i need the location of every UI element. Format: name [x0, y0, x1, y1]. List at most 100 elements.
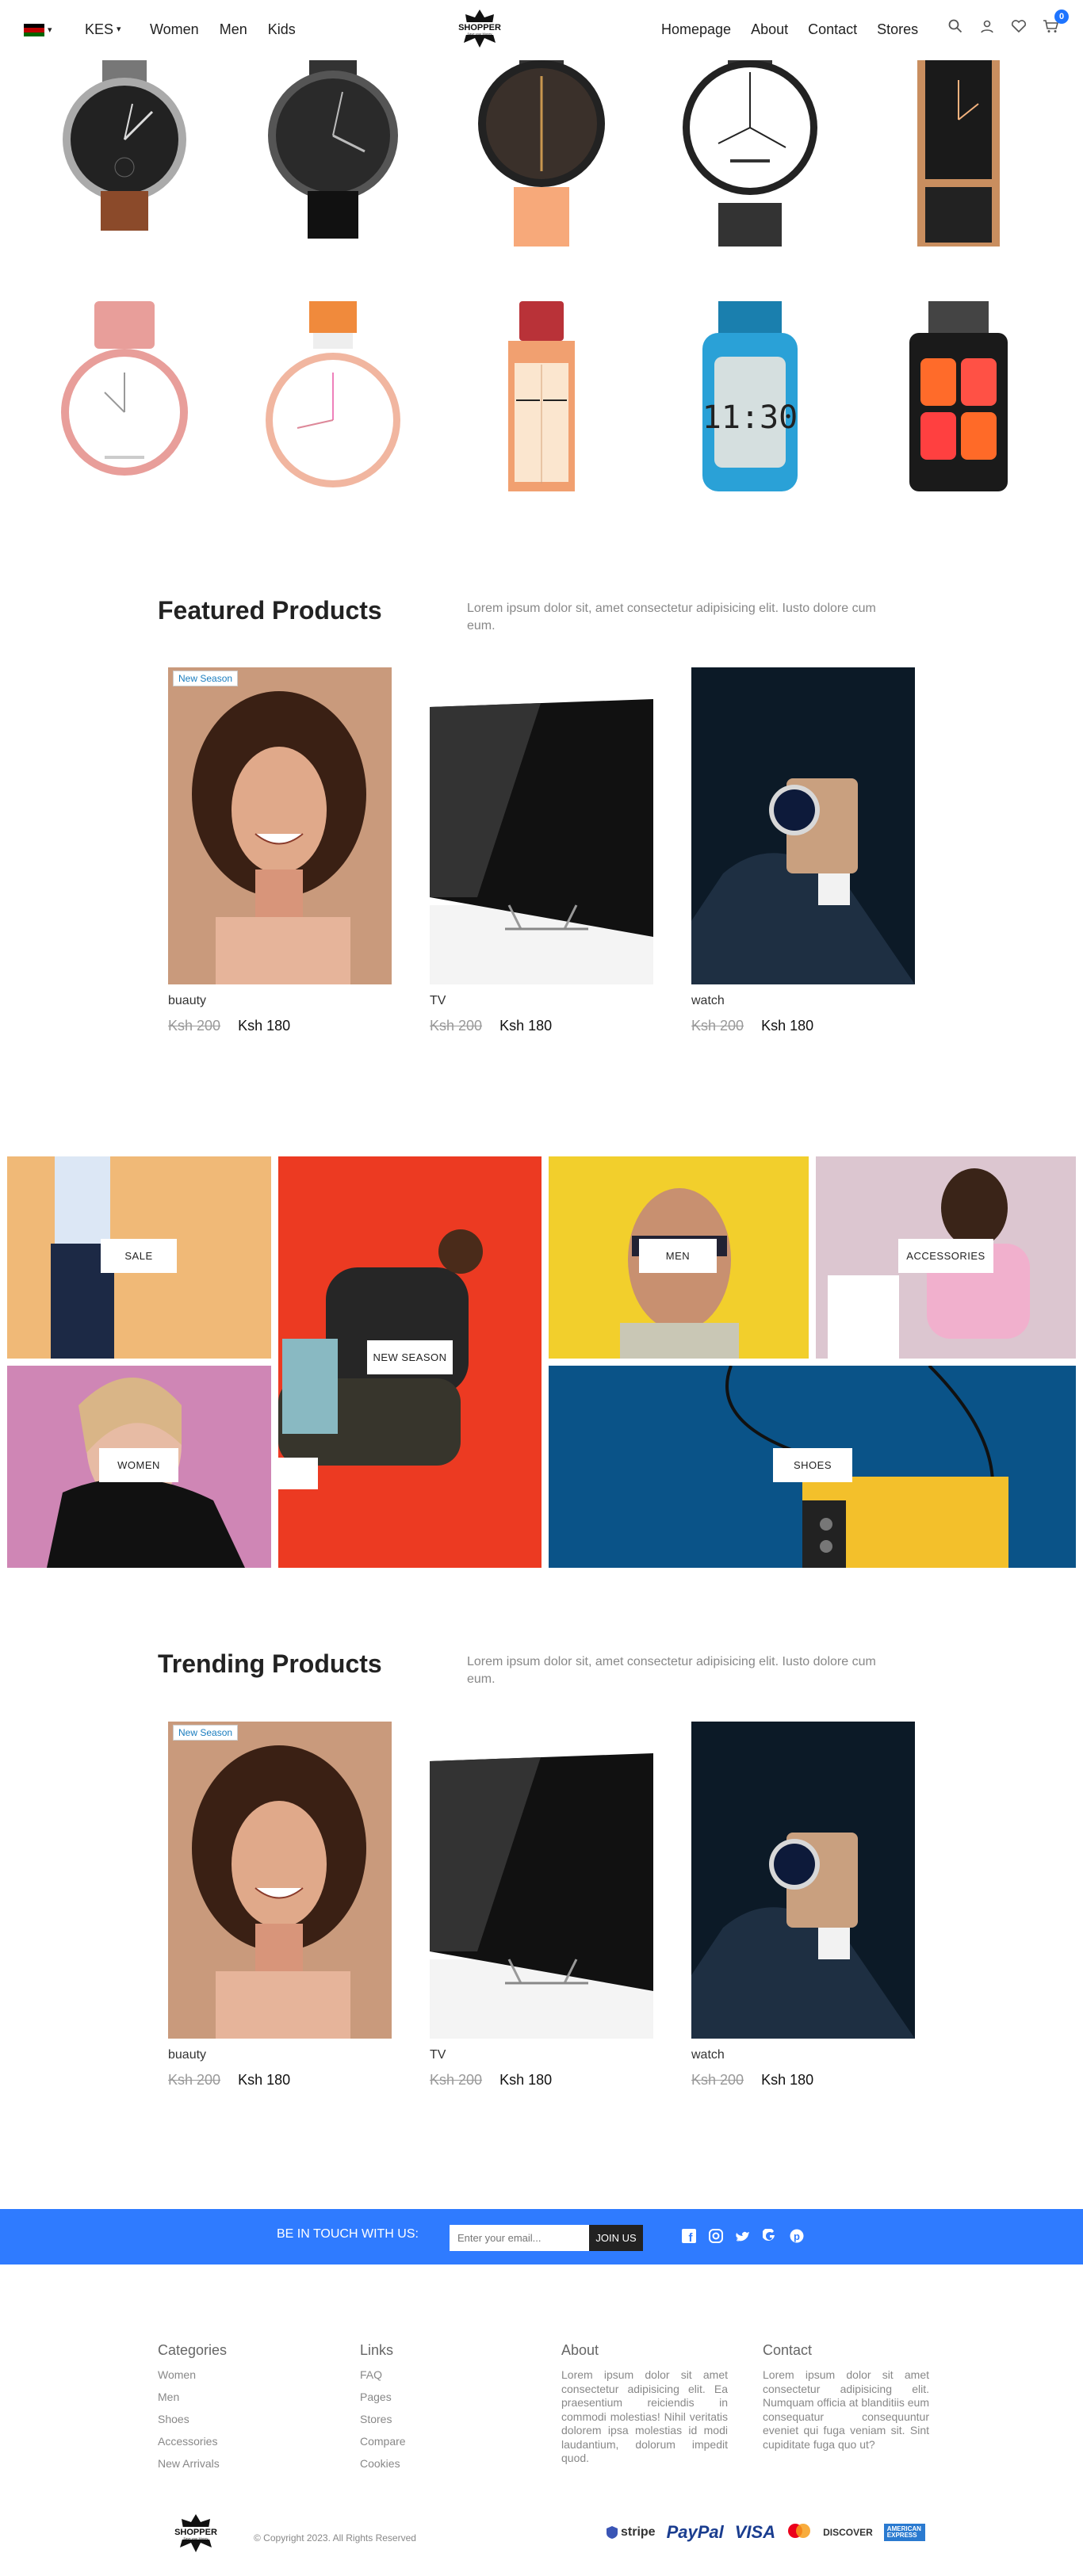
watch-image[interactable] [45, 301, 204, 491]
product-name: buauty [168, 994, 207, 1007]
product-card[interactable]: watch Ksh 200 Ksh 180 [691, 667, 915, 1034]
newsletter-title: BE IN TOUCH WITH US: [277, 2227, 419, 2241]
footer-link[interactable]: Cookies [360, 2457, 526, 2470]
footer-link[interactable]: Stores [360, 2413, 526, 2425]
category-women[interactable]: WOMEN [7, 1366, 271, 1568]
newsletter-bar: BE IN TOUCH WITH US: JOIN US f p [0, 2209, 1083, 2265]
nav-link-contact[interactable]: Contact [808, 21, 857, 38]
category-shoes[interactable]: SHOES [549, 1366, 1076, 1568]
old-price: Ksh 200 [168, 2072, 221, 2088]
product-image[interactable]: New Season [168, 667, 392, 984]
category-accessories[interactable]: ACCESSORIES [816, 1156, 1076, 1359]
category-sale[interactable]: SALE [7, 1156, 271, 1359]
search-icon[interactable] [947, 17, 964, 35]
watch-image[interactable] [462, 60, 621, 250]
new-season-tag: New Season [173, 671, 239, 686]
category-men[interactable]: MEN [549, 1156, 809, 1359]
category-label[interactable]: MEN [639, 1239, 717, 1273]
price: Ksh 180 [761, 1018, 814, 1034]
twitter-icon[interactable] [735, 2228, 751, 2244]
footer-link[interactable]: Compare [360, 2435, 526, 2448]
watch-gallery: 11:30 [0, 60, 1083, 491]
category-new-season[interactable]: NEW SEASON [278, 1156, 542, 1568]
user-icon[interactable] [978, 17, 996, 35]
footer-link[interactable]: Shoes [158, 2413, 324, 2425]
instagram-icon[interactable] [708, 2228, 724, 2244]
footer-links: Links FAQ Pages Stores Compare Cookies [360, 2342, 526, 2479]
nav-link-men[interactable]: Men [220, 21, 247, 38]
product-card[interactable]: TV Ksh 200 Ksh 180 [430, 1722, 653, 2089]
pinterest-icon[interactable]: p [789, 2228, 805, 2244]
nav-link-kids[interactable]: Kids [268, 21, 296, 38]
product-card[interactable]: watch Ksh 200 Ksh 180 [691, 1722, 915, 2089]
google-icon[interactable] [762, 2228, 778, 2244]
product-card[interactable]: New Season buauty Ksh 200 Ksh 180 [168, 1722, 392, 2089]
footer-link[interactable]: New Arrivals [158, 2457, 324, 2470]
facebook-icon[interactable]: f [681, 2228, 697, 2244]
svg-text:p: p [794, 2230, 800, 2242]
currency-selector[interactable]: KES ▾ [85, 21, 121, 38]
watch-image[interactable] [254, 301, 412, 491]
footer-link[interactable]: FAQ [360, 2368, 526, 2381]
watch-image[interactable] [462, 301, 621, 491]
top-navbar: ▾ KES ▾ Women Men Kids SHOPPER Save your … [0, 0, 1083, 60]
amex-icon: AMERICAN EXPRESS [883, 2524, 925, 2541]
footer-contact-text: Lorem ipsum dolor sit amet consectetur a… [763, 2368, 929, 2451]
watch-image[interactable]: 11:30 [671, 301, 829, 491]
footer-categories: Categories Women Men Shoes Accessories N… [158, 2342, 324, 2479]
category-label[interactable]: NEW SEASON [367, 1340, 453, 1374]
footer-about-text: Lorem ipsum dolor sit amet consectetur a… [561, 2368, 728, 2464]
featured-header: Featured Products Lorem ipsum dolor sit,… [158, 596, 951, 636]
featured-title: Featured Products [158, 596, 382, 625]
footer-link[interactable]: Women [158, 2368, 324, 2381]
category-label[interactable]: WOMEN [99, 1448, 178, 1482]
chevron-down-icon: ▾ [48, 25, 52, 35]
category-label[interactable]: SHOES [773, 1448, 852, 1482]
footer-link[interactable]: Men [158, 2391, 324, 2403]
email-input[interactable] [450, 2225, 589, 2251]
old-price: Ksh 200 [168, 1018, 221, 1034]
svg-text:Save your Money: Save your Money [183, 2536, 208, 2540]
watch-image[interactable] [879, 301, 1038, 491]
join-button[interactable]: JOIN US [589, 2225, 643, 2251]
nav-link-homepage[interactable]: Homepage [661, 21, 731, 38]
watch-image[interactable] [879, 60, 1038, 250]
product-image[interactable]: New Season [168, 1722, 392, 2039]
product-image[interactable] [430, 667, 653, 984]
footer-logo[interactable]: SHOPPER Save your Money [163, 2513, 229, 2554]
discover-icon: DISCOVER [823, 2527, 873, 2538]
watch-image[interactable] [671, 60, 829, 250]
svg-text:11:30: 11:30 [702, 399, 798, 436]
footer-link[interactable]: Pages [360, 2391, 526, 2403]
trending-description: Lorem ipsum dolor sit, amet consectetur … [467, 1655, 876, 1687]
nav-link-about[interactable]: About [751, 21, 788, 38]
heart-icon[interactable] [1010, 17, 1028, 35]
product-name: TV [430, 994, 446, 1007]
product-name: TV [430, 2048, 446, 2062]
cart-icon[interactable]: 0 [1042, 10, 1069, 35]
old-price: Ksh 200 [691, 1018, 744, 1034]
footer-about: About Lorem ipsum dolor sit amet consect… [561, 2342, 728, 2466]
category-label[interactable]: SALE [101, 1239, 177, 1273]
category-label[interactable]: ACCESSORIES [898, 1239, 993, 1273]
product-image[interactable] [691, 667, 915, 984]
price: Ksh 180 [499, 1018, 553, 1034]
paypal-icon: PayPal [666, 2522, 724, 2542]
product-card[interactable]: New Season buauty Ksh 200 Ksh 180 [168, 667, 392, 1034]
mastercard-icon [786, 2523, 812, 2543]
footer-heading: Categories [158, 2342, 228, 2358]
product-image[interactable] [430, 1722, 653, 2039]
old-price: Ksh 200 [430, 2072, 483, 2088]
product-card[interactable]: TV Ksh 200 Ksh 180 [430, 667, 653, 1034]
product-name: watch [691, 994, 725, 1007]
nav-link-women[interactable]: Women [150, 21, 199, 38]
watch-image[interactable] [45, 60, 204, 250]
country-selector[interactable]: ▾ [24, 24, 52, 36]
footer-heading: Links [360, 2342, 394, 2358]
svg-text:Save your Money: Save your Money [467, 32, 492, 36]
shopper-logo[interactable]: SHOPPER Save your Money [446, 8, 513, 49]
watch-image[interactable] [254, 60, 412, 250]
product-image[interactable] [691, 1722, 915, 2039]
footer-link[interactable]: Accessories [158, 2435, 324, 2448]
nav-link-stores[interactable]: Stores [877, 21, 918, 38]
